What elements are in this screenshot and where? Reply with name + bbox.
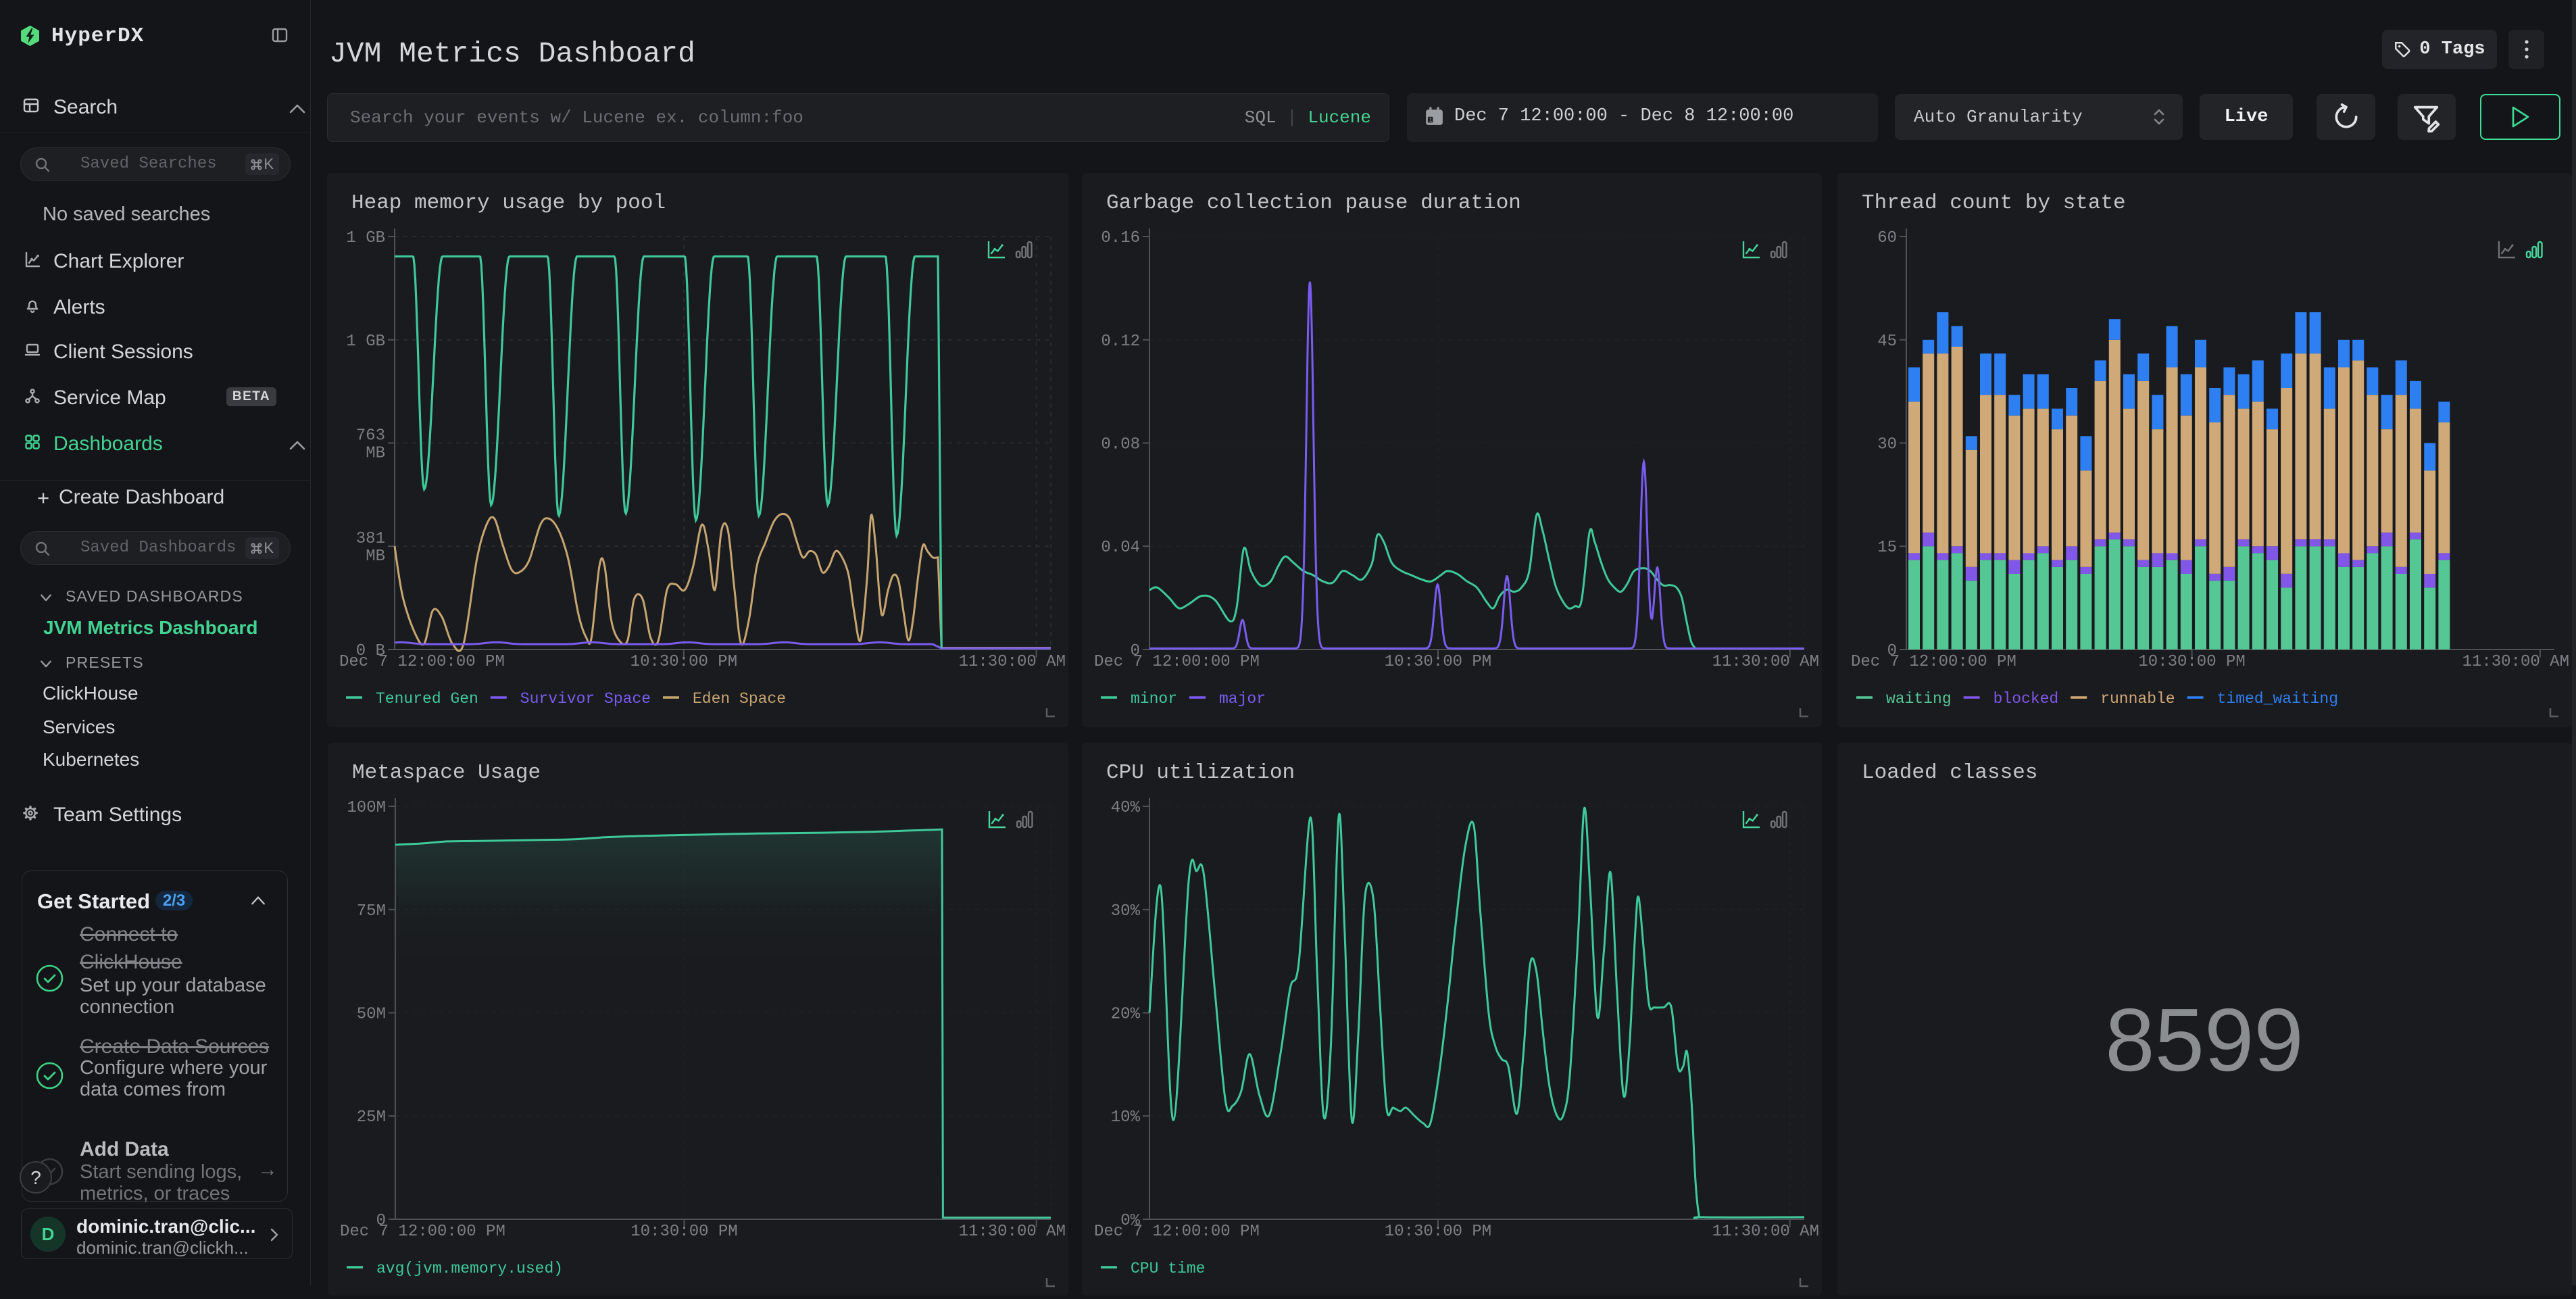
svg-text:waiting: waiting xyxy=(1886,690,1952,708)
svg-text:20%: 20% xyxy=(1111,1006,1141,1024)
svg-text:0.08: 0.08 xyxy=(1101,436,1140,454)
svg-text:10:30:00 PM: 10:30:00 PM xyxy=(630,653,737,671)
svg-text:40%: 40% xyxy=(1111,799,1141,817)
svg-text:Garbage collection pause durat: Garbage collection pause duration xyxy=(1106,191,1521,215)
svg-text:50M: 50M xyxy=(357,1006,386,1024)
svg-text:Heap memory usage by pool: Heap memory usage by pool xyxy=(351,191,666,215)
svg-text:Dec 7 12:00:00 PM: Dec 7 12:00:00 PM xyxy=(339,653,505,671)
svg-text:Eden Space: Eden Space xyxy=(693,690,786,708)
svg-text:25M: 25M xyxy=(357,1108,386,1127)
svg-text:10:30:00 PM: 10:30:00 PM xyxy=(2138,653,2245,671)
svg-text:1 GB: 1 GB xyxy=(346,333,385,351)
svg-text:45: 45 xyxy=(1877,333,1897,351)
svg-text:11:30:00 AM: 11:30:00 AM xyxy=(2462,653,2569,671)
svg-text:15: 15 xyxy=(1877,539,1897,557)
svg-text:Tenured Gen: Tenured Gen xyxy=(376,690,478,708)
svg-text:30: 30 xyxy=(1877,436,1897,454)
svg-text:0.16: 0.16 xyxy=(1101,229,1140,247)
svg-text:MB: MB xyxy=(366,547,385,566)
svg-text:avg(jvm.memory.used): avg(jvm.memory.used) xyxy=(376,1260,563,1277)
svg-text:runnable: runnable xyxy=(2100,690,2175,708)
svg-text:minor: minor xyxy=(1131,690,1177,708)
svg-text:10:30:00 PM: 10:30:00 PM xyxy=(1385,653,1491,671)
svg-text:763: 763 xyxy=(356,427,385,445)
svg-text:10%: 10% xyxy=(1111,1108,1141,1127)
svg-text:Dec 7 12:00:00 PM: Dec 7 12:00:00 PM xyxy=(1094,1223,1260,1241)
svg-text:CPU utilization: CPU utilization xyxy=(1106,761,1295,785)
svg-text:blocked: blocked xyxy=(1993,690,2059,708)
svg-text:timed_waiting: timed_waiting xyxy=(2217,690,2338,708)
svg-text:Dec 7 12:00:00 PM: Dec 7 12:00:00 PM xyxy=(340,1223,505,1241)
svg-text:100M: 100M xyxy=(347,799,386,817)
svg-text:10:30:00 PM: 10:30:00 PM xyxy=(630,1223,737,1241)
svg-text:11:30:00 AM: 11:30:00 AM xyxy=(959,653,1066,671)
svg-text:major: major xyxy=(1219,690,1266,708)
svg-text:Dec 7 12:00:00 PM: Dec 7 12:00:00 PM xyxy=(1851,653,2016,671)
svg-text:60: 60 xyxy=(1877,229,1897,247)
svg-text:11:30:00 AM: 11:30:00 AM xyxy=(1712,1223,1819,1241)
svg-text:Survivor Space: Survivor Space xyxy=(520,690,651,708)
svg-text:MB: MB xyxy=(366,445,385,463)
svg-text:381: 381 xyxy=(356,530,385,548)
svg-text:CPU time: CPU time xyxy=(1131,1260,1205,1277)
svg-text:0.12: 0.12 xyxy=(1101,333,1140,351)
svg-text:0.04: 0.04 xyxy=(1101,539,1140,557)
svg-text:1 GB: 1 GB xyxy=(346,229,385,247)
svg-text:Thread count by state: Thread count by state xyxy=(1862,191,2126,215)
svg-text:30%: 30% xyxy=(1111,902,1141,921)
svg-text:10:30:00 PM: 10:30:00 PM xyxy=(1385,1223,1491,1241)
svg-text:75M: 75M xyxy=(357,902,386,921)
svg-text:1: 1 xyxy=(1429,116,1433,123)
svg-text:8599: 8599 xyxy=(2105,990,2304,1089)
svg-text:11:30:00 AM: 11:30:00 AM xyxy=(959,1223,1066,1241)
svg-text:Dec 7 12:00:00 PM: Dec 7 12:00:00 PM xyxy=(1094,653,1260,671)
svg-text:11:30:00 AM: 11:30:00 AM xyxy=(1712,653,1819,671)
svg-text:Loaded classes: Loaded classes xyxy=(1862,761,2037,785)
svg-text:Metaspace Usage: Metaspace Usage xyxy=(352,761,541,785)
